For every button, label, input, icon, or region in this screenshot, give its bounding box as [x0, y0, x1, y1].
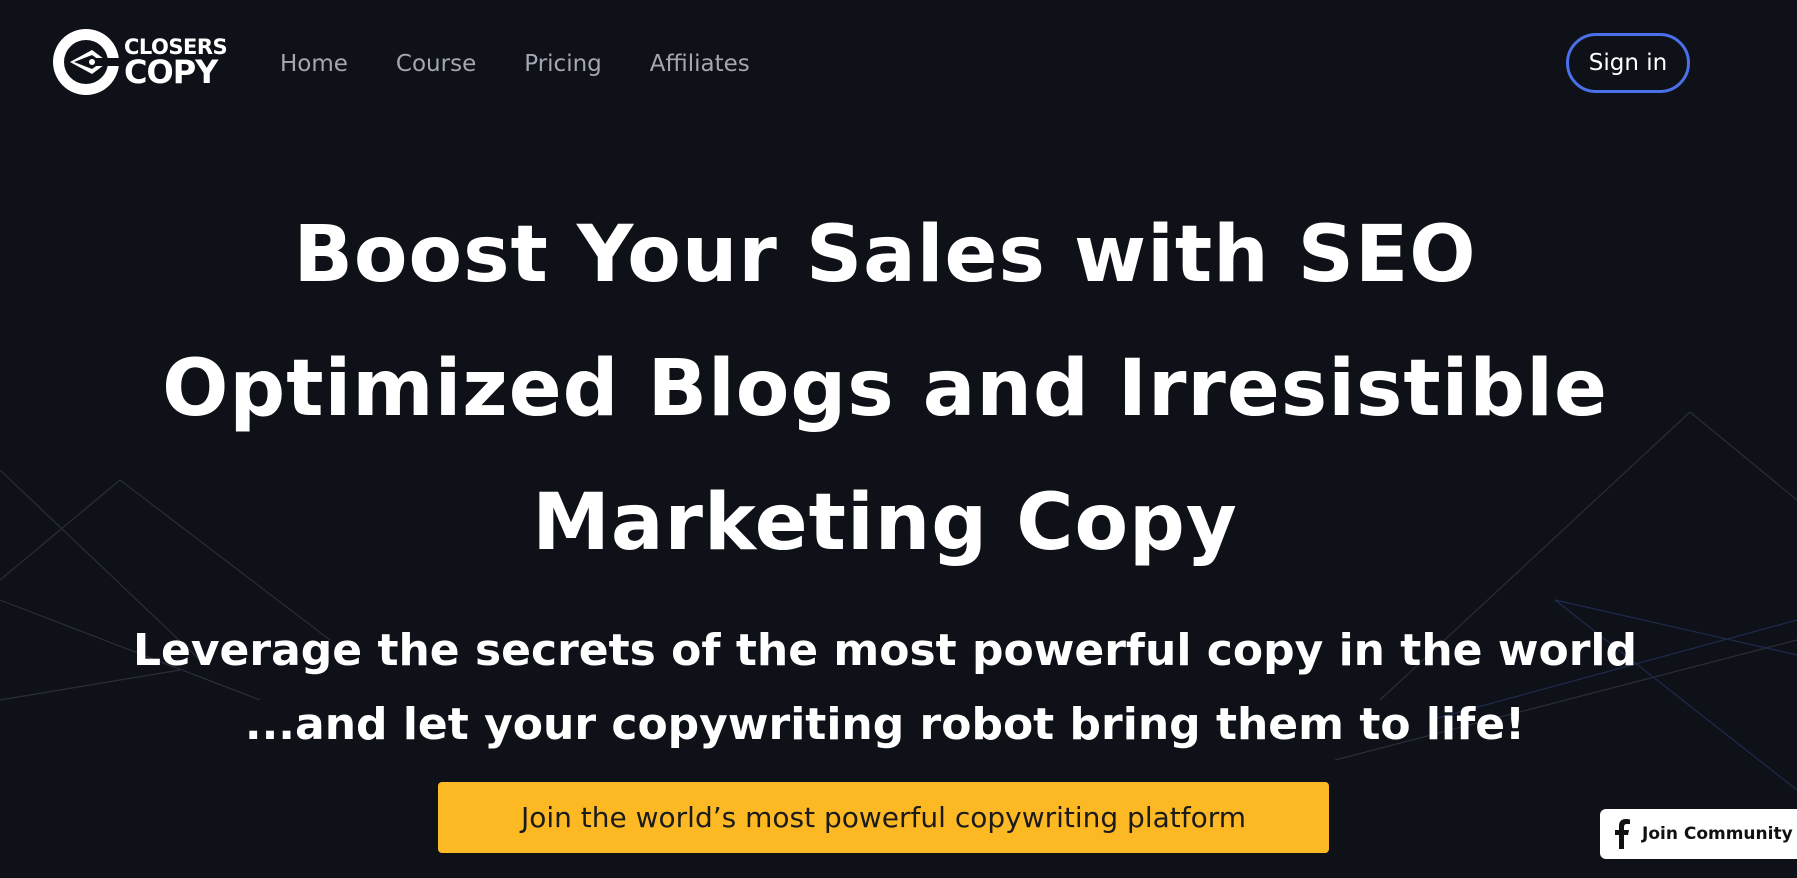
hero-title-line-2: Optimized Blogs and Irresistible — [162, 344, 1608, 434]
landing-page: CLOSERS COPY Home Course Pricing Affilia… — [0, 0, 1797, 878]
nav-home[interactable]: Home — [280, 48, 348, 80]
join-community-label: Join Community — [1642, 824, 1793, 844]
nav-affiliates[interactable]: Affiliates — [650, 48, 750, 80]
sign-in-button[interactable]: Sign in — [1566, 33, 1690, 93]
hero-subtitle-line-1: Leverage the secrets of the most powerfu… — [133, 625, 1637, 676]
join-platform-button[interactable]: Join the world’s most powerful copywriti… — [438, 782, 1329, 853]
facebook-icon — [1615, 819, 1630, 849]
nav-course[interactable]: Course — [396, 48, 476, 80]
nav-pricing[interactable]: Pricing — [524, 48, 602, 80]
hero-subtitle-line-2: ...and let your copywriting robot bring … — [244, 699, 1526, 750]
hero-subtitle: Leverage the secrets of the most powerfu… — [40, 614, 1730, 762]
brand-wordmark: CLOSERS COPY — [124, 36, 228, 91]
join-community-button[interactable]: Join Community — [1600, 809, 1797, 859]
pen-nib-logo-icon — [53, 29, 120, 95]
brand-line-2: COPY — [124, 52, 218, 91]
hero-title-line-3: Marketing Copy — [532, 478, 1238, 568]
hero-title: Boost Your Sales with SEO Optimized Blog… — [60, 188, 1710, 590]
brand-logo[interactable]: CLOSERS COPY — [52, 28, 228, 96]
hero-title-line-1: Boost Your Sales with SEO — [293, 210, 1477, 300]
main-nav: Home Course Pricing Affiliates — [280, 48, 798, 80]
